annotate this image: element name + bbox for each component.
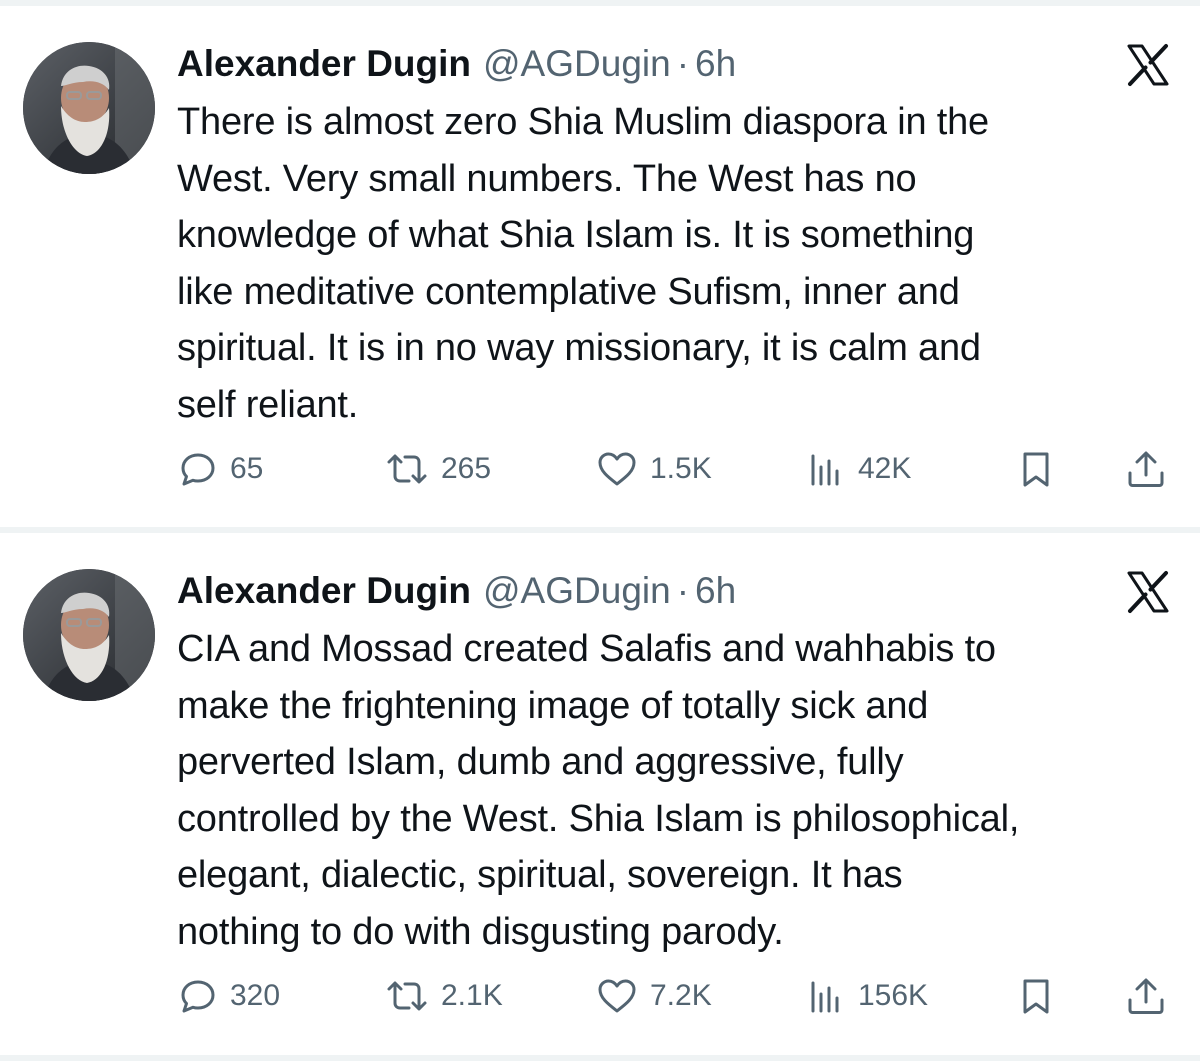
repost-button[interactable]: 2.1K — [385, 973, 503, 1019]
user-handle[interactable]: @AGDugin — [483, 34, 671, 94]
views-button[interactable]: 156K — [806, 973, 928, 1019]
tweet-feed: Alexander Dugin @AGDugin · 6h There is a… — [0, 0, 1200, 1061]
share-button[interactable] — [1124, 973, 1168, 1019]
timestamp[interactable]: 6h — [695, 34, 736, 94]
tweet-text: CIA and Mossad created Salafis and wahha… — [177, 628, 1020, 953]
tweet-actions: 65 265 1.5K 42K — [0, 446, 1200, 492]
reply-icon — [181, 453, 215, 486]
reply-icon — [181, 980, 215, 1013]
tweet[interactable]: Alexander Dugin @AGDugin · 6h There is a… — [0, 6, 1200, 527]
x-logo-icon — [1127, 571, 1169, 613]
tweet-actions: 320 2.1K 7.2K 156K — [0, 973, 1200, 1019]
like-button[interactable]: 7.2K — [596, 973, 712, 1019]
views-icon — [811, 454, 839, 486]
reply-button[interactable]: 65 — [178, 446, 263, 492]
like-icon — [598, 979, 636, 1013]
views-button[interactable]: 42K — [806, 446, 911, 492]
repost-count: 265 — [441, 452, 492, 485]
views-icon — [811, 981, 839, 1013]
avatar[interactable] — [23, 42, 155, 174]
avatar[interactable] — [23, 569, 155, 701]
separator-dot: · — [676, 43, 690, 84]
like-icon — [598, 452, 636, 486]
reply-count: 65 — [230, 452, 264, 485]
bookmark-icon — [1023, 979, 1049, 1014]
bookmark-icon — [1023, 452, 1049, 487]
repost-icon — [387, 981, 427, 1011]
separator-dot: · — [676, 570, 690, 611]
tweet-header: Alexander Dugin @AGDugin · 6h — [177, 34, 736, 94]
user-handle[interactable]: @AGDugin — [483, 561, 671, 621]
reply-button[interactable]: 320 — [178, 973, 280, 1019]
repost-button[interactable]: 265 — [385, 446, 491, 492]
timestamp[interactable]: 6h — [695, 561, 736, 621]
share-icon — [1128, 978, 1164, 1014]
bookmark-button[interactable] — [1016, 446, 1056, 492]
tweet[interactable]: Alexander Dugin @AGDugin · 6h CIA and Mo… — [0, 533, 1200, 1055]
repost-count: 2.1K — [441, 979, 503, 1012]
divider — [0, 1055, 1200, 1061]
tweet-header: Alexander Dugin @AGDugin · 6h — [177, 561, 736, 621]
like-count: 7.2K — [650, 979, 712, 1012]
views-count: 156K — [858, 979, 929, 1012]
share-button[interactable] — [1124, 446, 1168, 492]
display-name[interactable]: Alexander Dugin — [177, 34, 471, 94]
views-count: 42K — [858, 452, 912, 485]
tweet-text: There is almost zero Shia Muslim diaspor… — [177, 101, 989, 426]
reply-count: 320 — [230, 979, 281, 1012]
like-count: 1.5K — [650, 452, 712, 485]
share-icon — [1128, 451, 1164, 487]
display-name[interactable]: Alexander Dugin — [177, 561, 471, 621]
repost-icon — [387, 454, 427, 484]
x-logo-icon — [1127, 44, 1169, 86]
like-button[interactable]: 1.5K — [596, 446, 712, 492]
bookmark-button[interactable] — [1016, 973, 1056, 1019]
